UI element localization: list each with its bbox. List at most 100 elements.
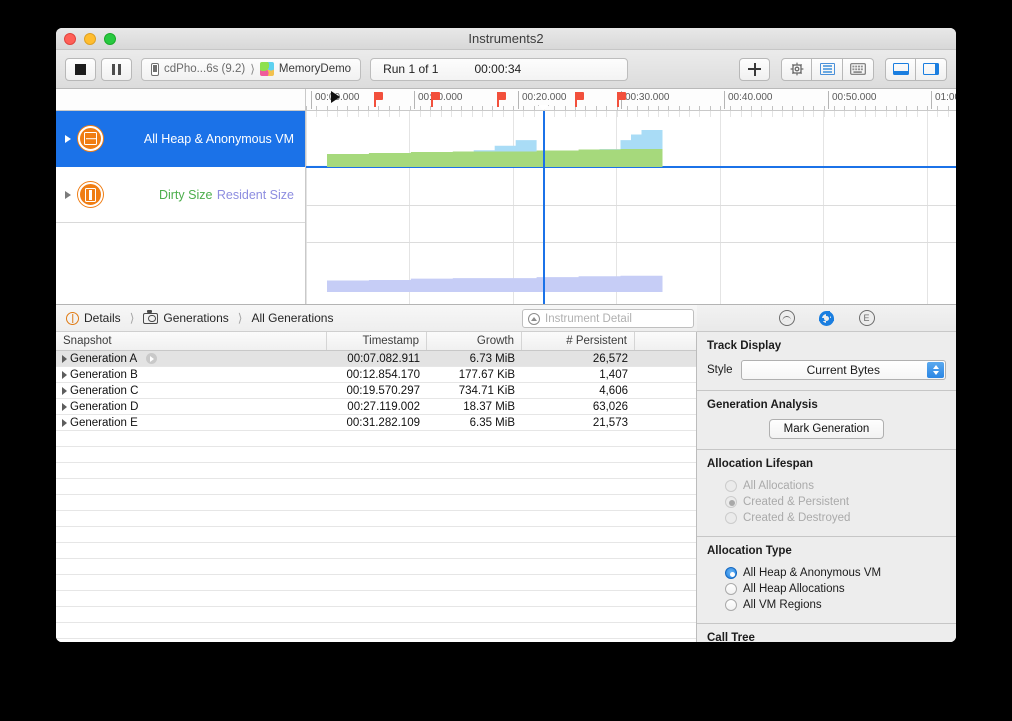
ruler-minor-tick <box>896 106 897 110</box>
traffic-lights <box>64 33 116 45</box>
breadcrumb-item-details[interactable]: Details <box>66 311 121 325</box>
ruler-minor-tick <box>679 106 680 110</box>
generation-flag-3[interactable] <box>575 92 584 107</box>
allocation-type-option-2[interactable]: All VM Regions <box>707 597 946 613</box>
table-row-empty[interactable] <box>56 447 696 463</box>
column-header-snapshot[interactable]: Snapshot <box>56 332 327 350</box>
table-row[interactable]: Generation B 00:12.854.170 177.67 KiB 1,407 <box>56 367 696 383</box>
generation-flag-1[interactable] <box>431 92 440 107</box>
generation-flag-0[interactable] <box>374 92 383 107</box>
instrument-detail-search[interactable]: Instrument Detail <box>522 309 694 328</box>
row-disclosure-icon[interactable] <box>62 354 67 363</box>
toggle-right-panel-button[interactable] <box>916 57 947 81</box>
radio-icon[interactable] <box>725 567 737 579</box>
option-label: All Heap & Anonymous VM <box>743 567 882 579</box>
phone-icon <box>151 62 159 76</box>
table-row-empty[interactable] <box>56 527 696 543</box>
bottom-panel-icon <box>892 63 909 75</box>
detail-pane: Details ⟩ Generations ⟩ All Generations … <box>56 304 956 642</box>
ruler-minor-tick <box>886 106 887 110</box>
table-row[interactable]: Generation D 00:27.119.002 18.37 MiB 63,026 <box>56 399 696 415</box>
playhead-marker[interactable] <box>331 91 340 103</box>
allocation-type-option-1[interactable]: All Heap Allocations <box>707 581 946 597</box>
toggle-bottom-panel-button[interactable] <box>885 57 916 81</box>
ruler-minor-tick <box>927 106 928 110</box>
record-button[interactable] <box>65 57 96 81</box>
signal-tab-button[interactable] <box>778 309 796 327</box>
table-row-empty[interactable] <box>56 591 696 607</box>
extended-detail-tab-button[interactable]: E <box>858 309 876 327</box>
window-titlebar: Instruments2 <box>56 28 956 50</box>
ruler-minor-tick <box>513 106 514 110</box>
jump-to-generation-icon[interactable] <box>146 353 158 364</box>
style-label: Style <box>707 364 733 376</box>
inspection-head-line[interactable] <box>543 111 545 304</box>
row-disclosure-icon[interactable] <box>62 370 67 379</box>
disclosure-triangle-icon[interactable] <box>65 190 71 199</box>
track-graph-canvas[interactable] <box>306 111 956 304</box>
column-header-timestamp[interactable]: Timestamp <box>327 332 427 350</box>
column-header-growth[interactable]: Growth <box>427 332 522 350</box>
track-row-all-heap[interactable]: All Heap & Anonymous VM <box>56 111 305 167</box>
ruler-minor-tick <box>699 106 700 110</box>
track-row-vm[interactable]: Dirty Size Resident Size <box>56 167 305 223</box>
search-icon <box>528 312 540 325</box>
keyboard-view-button[interactable] <box>843 57 874 81</box>
timeline-ruler[interactable]: 00:00.000 00:10.000 00:20.000 00:30.000 00:4… <box>56 89 956 111</box>
ruler-minor-tick <box>492 106 493 110</box>
target-selector[interactable]: cdPho...6s (9.2) ⟩ MemoryDemo <box>141 57 362 81</box>
generation-flag-2[interactable] <box>497 92 506 107</box>
track-display-section: Track Display Style Current Bytes <box>697 332 956 391</box>
pause-button[interactable] <box>101 57 132 81</box>
maximize-button[interactable] <box>104 33 116 45</box>
breadcrumb-item-all-generations[interactable]: All Generations <box>251 311 333 325</box>
mark-generation-button[interactable]: Mark Generation <box>768 419 885 439</box>
row-disclosure-icon[interactable] <box>62 402 67 411</box>
settings-tab-button[interactable] <box>818 309 836 327</box>
table-row-empty[interactable] <box>56 559 696 575</box>
run-status[interactable]: Run 1 of 1 00:00:34 <box>370 57 629 81</box>
table-row-empty[interactable] <box>56 607 696 623</box>
table-row-empty[interactable] <box>56 623 696 639</box>
ruler-minor-tick <box>358 106 359 110</box>
row-disclosure-icon[interactable] <box>62 418 67 427</box>
table-row-empty[interactable] <box>56 575 696 591</box>
cpu-view-button[interactable] <box>781 57 812 81</box>
disclosure-triangle-icon[interactable] <box>65 134 71 143</box>
radio-icon[interactable] <box>725 599 737 611</box>
ruler-minor-tick <box>803 106 804 110</box>
table-row-empty[interactable] <box>56 495 696 511</box>
table-row[interactable]: Generation A 00:07.082.911 6.73 MiB 26,572 <box>56 351 696 367</box>
call-tree-heading: Call Tree <box>707 632 755 642</box>
table-row[interactable]: Generation C 00:19.570.297 734.71 KiB 4,606 <box>56 383 696 399</box>
column-header-persistent[interactable]: # Persistent <box>522 332 635 350</box>
list-view-button[interactable] <box>812 57 843 81</box>
breadcrumb-item-generations[interactable]: Generations <box>143 310 229 325</box>
ruler-minor-tick <box>461 106 462 110</box>
row-disclosure-icon[interactable] <box>62 386 67 395</box>
ruler-tick-3: 00:30.000 <box>621 91 670 109</box>
minimize-button[interactable] <box>84 33 96 45</box>
close-button[interactable] <box>64 33 76 45</box>
table-row-empty[interactable] <box>56 431 696 447</box>
table-row-empty[interactable] <box>56 511 696 527</box>
settings-gear-icon <box>819 310 835 326</box>
radio-icon[interactable] <box>725 583 737 595</box>
table-row-empty[interactable] <box>56 639 696 642</box>
add-instrument-button[interactable] <box>739 57 770 81</box>
option-label: All VM Regions <box>743 599 822 611</box>
resident-size-series <box>306 275 663 292</box>
allocation-type-option-0[interactable]: All Heap & Anonymous VM <box>707 565 946 581</box>
search-placeholder: Instrument Detail <box>545 312 632 325</box>
option-label: All Allocations <box>743 480 814 492</box>
ruler-tick-6: 01:00.000 <box>931 91 956 109</box>
style-select[interactable]: Current Bytes <box>740 360 946 380</box>
generation-flag-4[interactable] <box>617 92 626 107</box>
table-row-empty[interactable] <box>56 479 696 495</box>
generations-table[interactable]: Snapshot Timestamp Growth # Persistent G… <box>56 332 696 642</box>
table-row[interactable]: Generation E 00:31.282.109 6.35 MiB 21,573 <box>56 415 696 431</box>
table-row-empty[interactable] <box>56 463 696 479</box>
column-header-spacer <box>635 332 696 350</box>
table-row-empty[interactable] <box>56 543 696 559</box>
ruler-minor-tick <box>585 106 586 110</box>
